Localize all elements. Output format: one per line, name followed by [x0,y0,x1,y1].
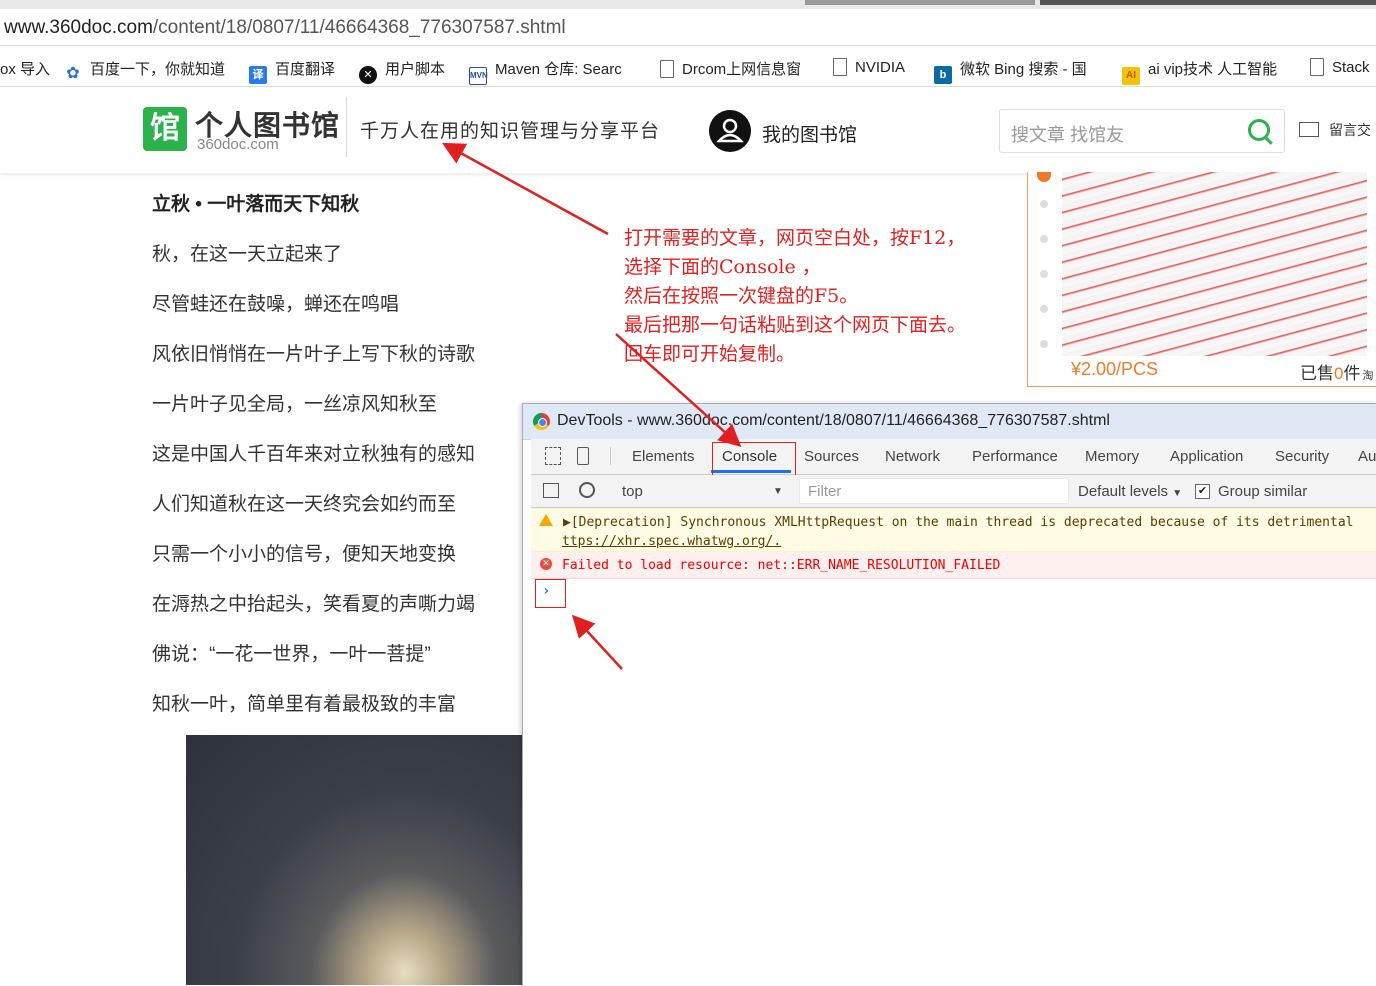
arrow-to-slogan [442,142,609,236]
arrow-to-console-tab [615,333,742,448]
annotation-arrows [442,142,742,670]
arrow-to-console-prompt [571,614,623,670]
